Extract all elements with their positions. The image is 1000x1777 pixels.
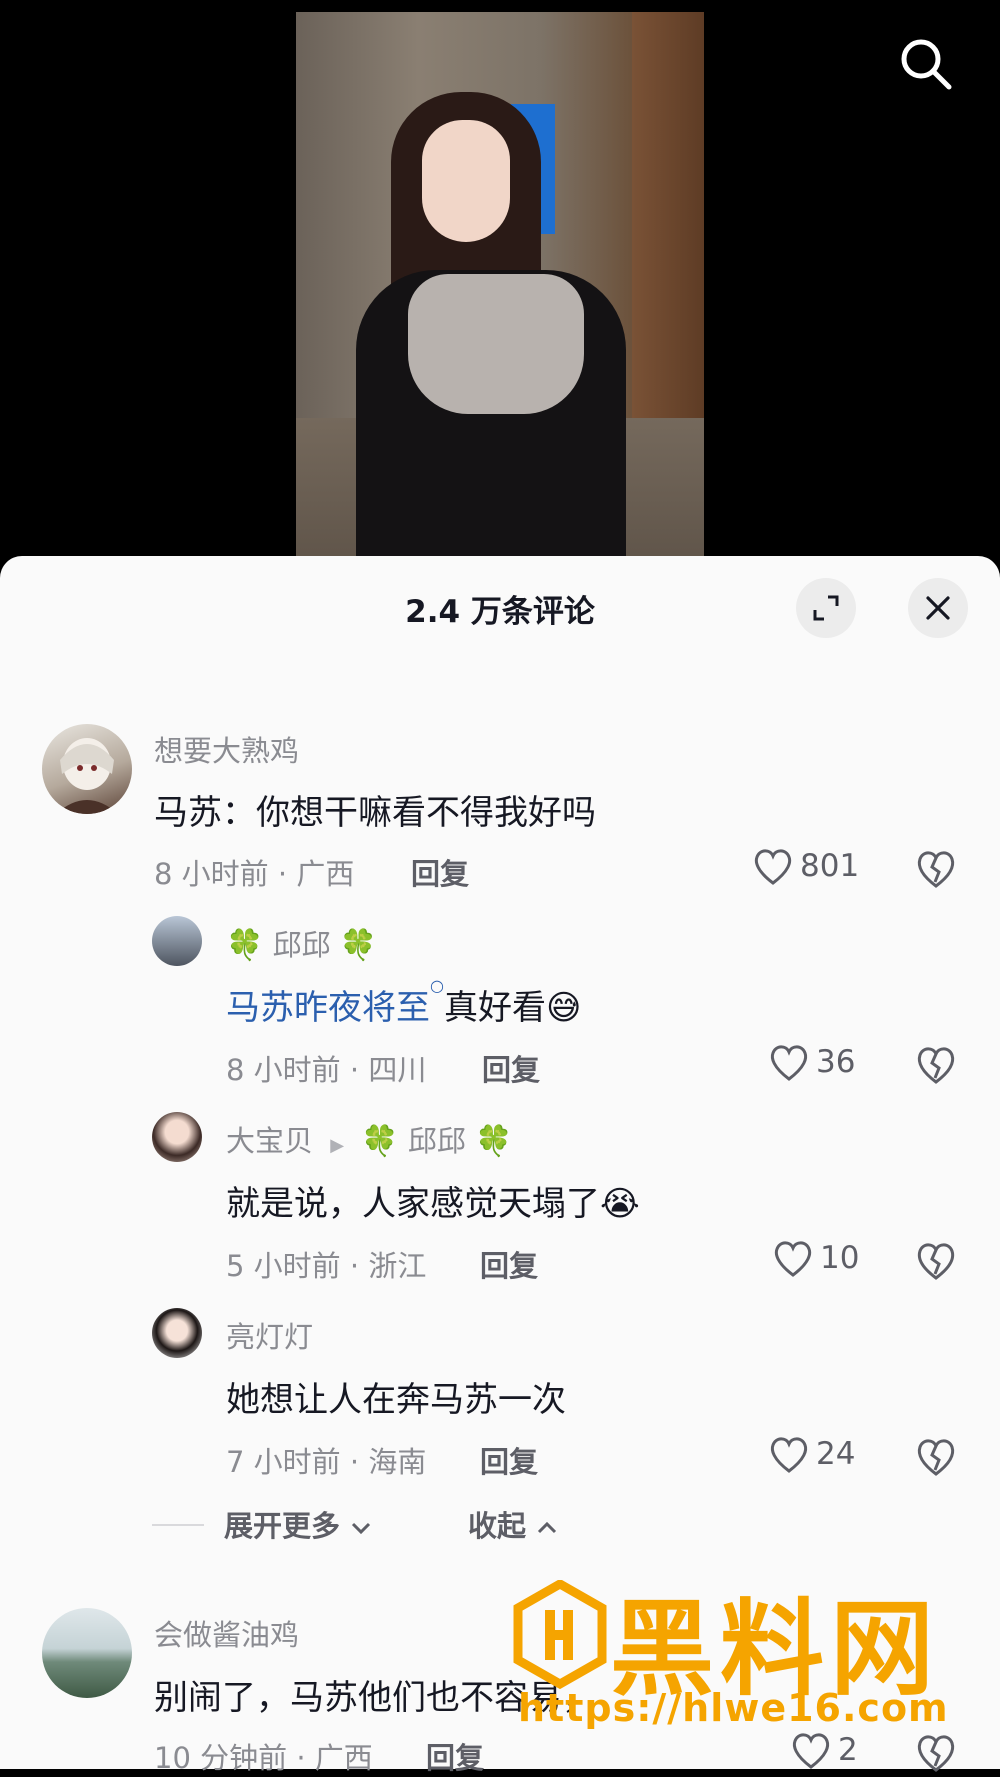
like-button[interactable]: 801 <box>752 846 859 886</box>
avatar[interactable] <box>152 1112 202 1162</box>
reply-button[interactable]: 回复 <box>482 1047 540 1089</box>
clover-icon: 🍀 <box>339 928 378 963</box>
comment-username[interactable]: 会做酱油鸡 <box>154 1612 299 1654</box>
heart-icon <box>770 1437 808 1473</box>
broken-heart-icon[interactable] <box>914 1238 958 1282</box>
avatar[interactable] <box>42 724 132 814</box>
like-count: 10 <box>820 1240 860 1276</box>
clover-icon: 🍀 <box>475 1124 513 1159</box>
expand-more-button[interactable]: 展开更多 <box>224 1503 372 1545</box>
reply-button[interactable]: 回复 <box>480 1439 538 1481</box>
comment-text: 别闹了，马苏他们也不容易， <box>154 1678 596 1718</box>
username-label: 邱邱 <box>272 928 331 962</box>
expand-more-label: 展开更多 <box>224 1509 341 1543</box>
like-button[interactable]: 24 <box>768 1434 855 1474</box>
like-count: 801 <box>800 848 860 884</box>
heart-icon <box>792 1733 830 1769</box>
like-count: 2 <box>838 1732 858 1768</box>
comment-body: 真好看 <box>443 988 546 1028</box>
search-icon <box>901 39 952 90</box>
broken-heart-icon[interactable] <box>914 1042 958 1086</box>
reply-to-username[interactable]: 邱邱 <box>408 1124 466 1158</box>
search-button[interactable] <box>898 36 954 92</box>
video-person-face <box>422 120 510 242</box>
thread-divider <box>152 1524 204 1526</box>
comment-meta: 7 小时前 · 海南 <box>226 1445 427 1479</box>
comment-text: 马苏：你想干嘛看不得我好吗 <box>154 793 596 833</box>
video-frame[interactable] <box>296 12 704 568</box>
clover-icon: 🍀 <box>226 928 264 963</box>
like-button[interactable]: 36 <box>768 1042 855 1082</box>
comment-username[interactable]: 亮灯灯 <box>226 1314 313 1356</box>
like-button[interactable]: 2 <box>790 1730 858 1770</box>
fullscreen-button[interactable] <box>796 578 856 638</box>
comment-sheet: 2.4 万条评论 <box>0 556 1000 1769</box>
chevron-up-icon <box>538 1521 557 1534</box>
search-mention-link[interactable]: 马苏昨夜将至 <box>226 988 430 1028</box>
comment-body: 就是说，人家感觉天塌了 <box>226 1184 600 1224</box>
video-area <box>0 0 1000 570</box>
broken-heart-icon[interactable] <box>914 1434 958 1478</box>
video-person-yoke <box>408 274 584 414</box>
heart-icon <box>754 849 792 885</box>
heart-icon <box>770 1045 808 1081</box>
search-small-icon: ○ <box>430 976 444 995</box>
expand-icon <box>813 595 839 621</box>
comment-meta: 8 小时前 · 四川 <box>226 1053 427 1087</box>
comment-meta: 10 分钟前 · 广西 <box>154 1741 373 1775</box>
comment-meta: 8 小时前 · 广西 <box>154 857 355 891</box>
avatar[interactable] <box>152 916 202 966</box>
comment-meta: 5 小时前 · 浙江 <box>226 1249 427 1283</box>
avatar-anime-icon <box>56 738 118 814</box>
username-label: 大宝贝 <box>226 1124 314 1158</box>
clover-icon: 🍀 <box>361 1124 399 1159</box>
comment-username[interactable]: 🍀 邱邱 🍀 <box>226 922 377 964</box>
reply-button[interactable]: 回复 <box>426 1735 484 1777</box>
emoji: 😅 <box>545 988 582 1028</box>
collapse-button[interactable]: 收起 <box>468 1503 558 1545</box>
comment-text: 马苏昨夜将至○真好看😅 <box>226 976 582 1029</box>
comment-text: 就是说，人家感觉天塌了😭 <box>226 1176 640 1225</box>
broken-heart-icon[interactable] <box>914 1730 958 1774</box>
avatar[interactable] <box>42 1608 132 1698</box>
like-count: 24 <box>816 1436 856 1472</box>
close-button[interactable] <box>908 578 968 638</box>
collapse-label: 收起 <box>468 1509 527 1543</box>
heart-icon <box>774 1241 812 1277</box>
comment-username[interactable]: 大宝贝 ▶ 🍀 邱邱 🍀 <box>226 1118 512 1160</box>
avatar[interactable] <box>152 1308 202 1358</box>
like-count: 36 <box>816 1044 856 1080</box>
close-icon <box>926 596 950 620</box>
broken-heart-icon[interactable] <box>914 846 958 890</box>
chevron-down-icon <box>352 1522 371 1535</box>
reply-button[interactable]: 回复 <box>411 851 469 893</box>
emoji: 😭 <box>600 1184 640 1224</box>
play-triangle-icon: ▶ <box>330 1135 345 1156</box>
comment-text: 她想让人在奔马苏一次 <box>226 1380 566 1420</box>
sheet-header: 2.4 万条评论 <box>0 556 1000 656</box>
comment-username[interactable]: 想要大熟鸡 <box>154 728 299 770</box>
reply-button[interactable]: 回复 <box>480 1243 538 1285</box>
like-button[interactable]: 10 <box>772 1238 859 1278</box>
